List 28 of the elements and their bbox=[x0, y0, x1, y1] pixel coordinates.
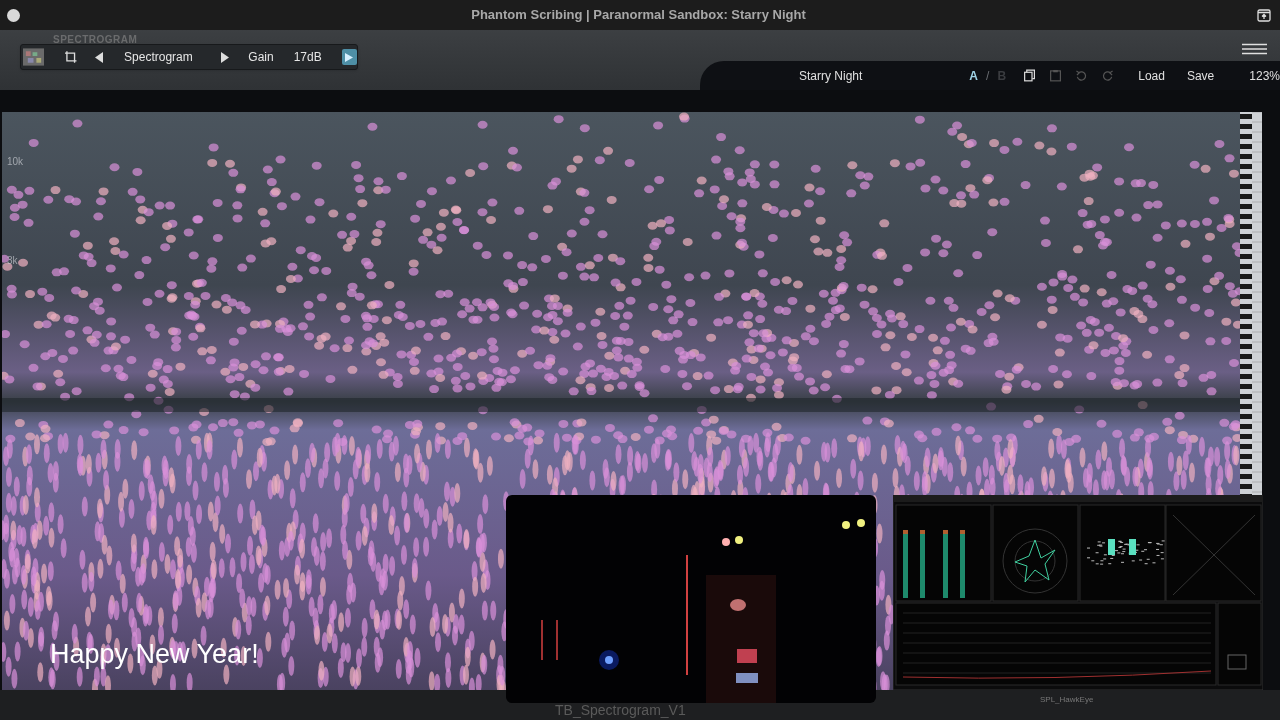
previous-arrow-button[interactable] bbox=[94, 50, 105, 64]
window-caption: TB_Spectrogram_V1 bbox=[555, 703, 686, 718]
preset-name[interactable]: Starry Night bbox=[799, 66, 863, 85]
frequency-label: 3k bbox=[7, 254, 18, 268]
ab-compare-tab[interactable]: A bbox=[969, 66, 979, 85]
crop-icon[interactable] bbox=[65, 51, 77, 63]
gain-value[interactable]: 17dB bbox=[293, 48, 322, 66]
paste-icon[interactable] bbox=[1050, 69, 1062, 82]
frequency-label: 10k bbox=[7, 155, 24, 169]
fullscreen-icon[interactable] bbox=[1257, 8, 1271, 22]
menu-icon[interactable] bbox=[1242, 43, 1267, 55]
right-triangle-icon bbox=[220, 51, 229, 63]
window-caption: SPL_HawkEye bbox=[1040, 694, 1094, 706]
zoom-level[interactable]: 123% bbox=[1249, 66, 1280, 85]
next-arrow-button[interactable] bbox=[220, 50, 231, 64]
separator: / bbox=[986, 67, 990, 85]
view-name: Spectrogram bbox=[124, 49, 193, 66]
gain-label: Gain bbox=[248, 49, 274, 66]
left-triangle-icon bbox=[94, 51, 103, 63]
preset-button[interactable]: Load bbox=[1138, 66, 1165, 85]
copy-icon[interactable] bbox=[1024, 69, 1036, 82]
redo-icon[interactable] bbox=[1102, 69, 1114, 82]
window-title: Phantom Scribing | Paranormal Sandbox: Starry Night bbox=[471, 6, 806, 25]
undo-icon[interactable] bbox=[1076, 69, 1088, 82]
logo-icon bbox=[23, 48, 45, 66]
play-button[interactable] bbox=[341, 49, 357, 65]
preset-button[interactable]: Save bbox=[1186, 66, 1215, 85]
play-icon bbox=[345, 52, 354, 62]
